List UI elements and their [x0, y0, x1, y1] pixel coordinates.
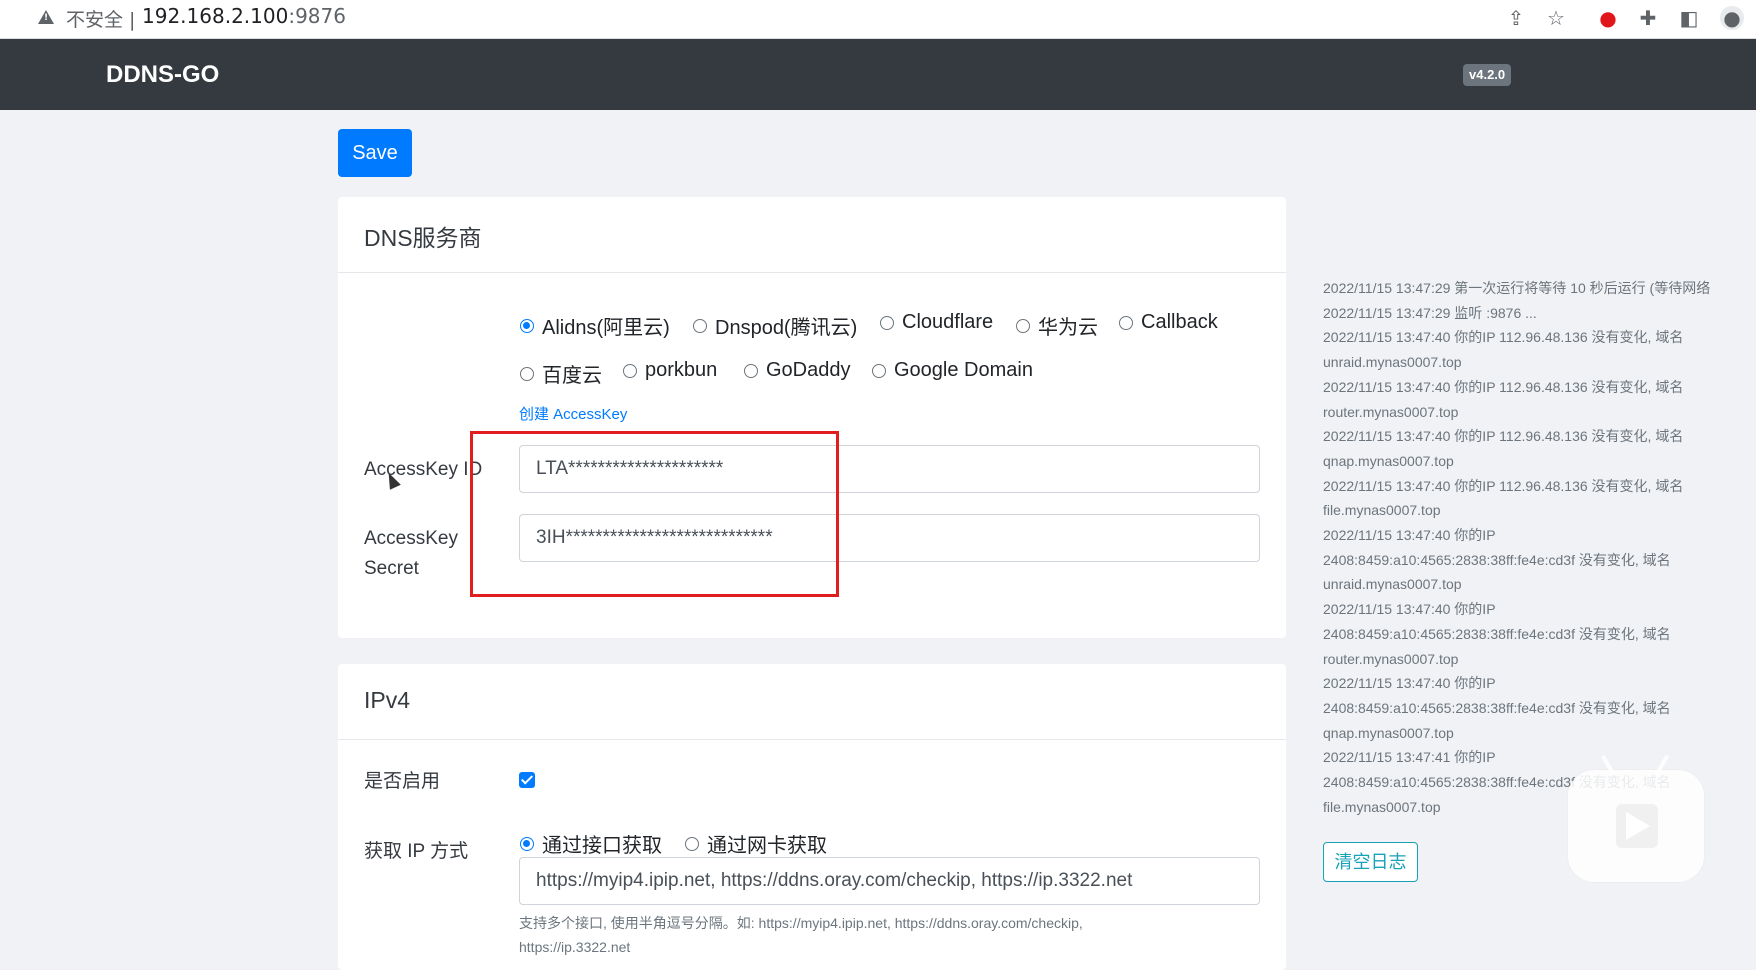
radio-indicator[interactable] [1119, 315, 1133, 330]
version-badge: v4.2.0 [1463, 64, 1512, 86]
radio-label: Dnspod(腾讯云) [715, 317, 858, 339]
card-title: IPv4 [364, 687, 411, 713]
share-icon[interactable]: ⇪ [1504, 6, 1528, 30]
accesskey-secret-label-line2: Secret [364, 558, 419, 579]
radio-callback[interactable]: Callback [1119, 311, 1218, 334]
log-line: qnap.mynas0007.top [1323, 452, 1454, 469]
radio-alidns[interactable]: Alidns(阿里云) [520, 311, 670, 340]
log-line: 2022/11/15 13:47:40 你的IP [1323, 527, 1496, 544]
url-field[interactable]: 192.168.2.100:9876 [142, 4, 346, 28]
log-line: router.mynas0007.top [1323, 650, 1459, 667]
radio-label: Callback [1141, 311, 1218, 333]
log-line: 2022/11/15 13:47:29 第一次运行将等待 10 秒后运行 (等待… [1323, 280, 1711, 296]
log-line: 2022/11/15 13:47:40 你的IP 112.96.48.136 没… [1323, 329, 1684, 346]
card-header: IPv4 [338, 664, 1286, 740]
accesskey-secret-label-line1: AccessKey [364, 528, 458, 549]
log-line: 2408:8459:a10:4565:2838:38ff:fe4e:cd3f 没… [1323, 551, 1671, 568]
warning-icon[interactable] [38, 10, 54, 24]
navbar: DDNS-GO v4.2.0 [0, 39, 1756, 110]
extensions-icon[interactable]: ✚ [1636, 6, 1660, 30]
url-host: 192.168.2.100 [142, 4, 289, 28]
save-button[interactable]: Save [338, 129, 412, 177]
log-line: file.mynas0007.top [1323, 502, 1441, 519]
card-title: DNS服务商 [364, 225, 482, 251]
accesskey-id-label: AccessKey ID [364, 459, 483, 480]
enable-label: 是否启用 [364, 771, 441, 792]
radio-indicator[interactable] [693, 318, 707, 333]
radio-label: Alidns(阿里云) [542, 317, 670, 339]
radio-dnspod[interactable]: Dnspod(腾讯云) [693, 311, 857, 340]
ipv4-card: IPv4 是否启用 获取 IP 方式 通过接口获取 通过网卡获取 https:/… [338, 664, 1286, 970]
log-line: unraid.mynas0007.top [1323, 576, 1462, 593]
radio-indicator[interactable] [1016, 318, 1030, 333]
radio-label: 通过接口获取 [542, 835, 662, 857]
log-line: 2022/11/15 13:47:41 你的IP [1323, 749, 1496, 766]
highlight-annotation-box [470, 431, 839, 597]
radio-via-nic[interactable]: 通过网卡获取 [685, 829, 827, 858]
radio-label: Cloudflare [902, 311, 994, 333]
browser-address-bar: 不安全 | 192.168.2.100:9876 ⇪ ☆ ● ✚ ◧ ● [0, 0, 1756, 39]
help-text-line2: https://ip.3322.net [519, 939, 631, 955]
radio-label: porkbun [645, 359, 718, 381]
star-icon[interactable]: ☆ [1544, 6, 1568, 30]
log-line: 2022/11/15 13:47:40 你的IP 112.96.48.136 没… [1323, 477, 1684, 494]
radio-label: 华为云 [1038, 317, 1098, 339]
opera-icon[interactable]: ● [1596, 6, 1620, 30]
log-line: 2022/11/15 13:47:40 你的IP 112.96.48.136 没… [1323, 428, 1684, 445]
log-line: 2408:8459:a10:4565:2838:38ff:fe4e:cd3f 没… [1323, 699, 1671, 716]
log-line: 2022/11/15 13:47:29 监听 :9876 ... [1323, 304, 1537, 321]
brand-logo[interactable]: DDNS-GO [106, 61, 219, 89]
sidepanel-icon[interactable]: ◧ [1677, 6, 1701, 30]
radio-indicator[interactable] [623, 363, 637, 378]
radio-label: GoDaddy [766, 359, 851, 381]
radio-google-domain[interactable]: Google Domain [872, 359, 1033, 382]
ip-method-label: 获取 IP 方式 [364, 841, 469, 862]
log-line: router.mynas0007.top [1323, 403, 1459, 420]
radio-via-api[interactable]: 通过接口获取 [520, 829, 662, 858]
radio-indicator[interactable] [520, 836, 534, 851]
radio-huaweicloud[interactable]: 华为云 [1016, 311, 1098, 340]
create-accesskey-link[interactable]: 创建 AccessKey [519, 403, 627, 424]
radio-indicator[interactable] [872, 363, 886, 378]
security-status[interactable]: 不安全 | [66, 5, 135, 32]
ip-api-url-input[interactable]: https://myip4.ipip.net, https://ddns.ora… [519, 857, 1260, 905]
radio-label: 通过网卡获取 [707, 835, 827, 857]
floating-video-widget[interactable] [1568, 754, 1704, 882]
radio-indicator[interactable] [744, 363, 758, 378]
clear-log-button[interactable]: 清空日志 [1323, 842, 1418, 882]
radio-indicator[interactable] [685, 836, 699, 851]
radio-cloudflare[interactable]: Cloudflare [880, 311, 993, 334]
play-icon[interactable] [1616, 804, 1658, 848]
radio-indicator[interactable] [520, 366, 534, 381]
log-line: unraid.mynas0007.top [1323, 354, 1462, 371]
security-label: 不安全 [66, 9, 124, 31]
radio-porkbun[interactable]: porkbun [623, 359, 717, 382]
log-line: 2022/11/15 13:47:40 你的IP [1323, 601, 1496, 618]
radio-indicator[interactable] [520, 318, 534, 333]
help-text-line1: 支持多个接口, 使用半角逗号分隔。如: https://myip4.ipip.n… [519, 915, 1083, 931]
log-line: qnap.mynas0007.top [1323, 724, 1454, 741]
radio-indicator[interactable] [880, 315, 894, 330]
radio-godaddy[interactable]: GoDaddy [744, 359, 851, 382]
log-line: 2022/11/15 13:47:40 你的IP 112.96.48.136 没… [1323, 378, 1684, 395]
log-line: 2022/11/15 13:47:40 你的IP [1323, 675, 1496, 692]
log-panel: 2022/11/15 13:47:29 第一次运行将等待 10 秒后运行 (等待… [1323, 276, 1756, 819]
url-port: :9876 [288, 4, 346, 28]
profile-icon[interactable]: ● [1720, 6, 1744, 30]
radio-label: Google Domain [894, 359, 1033, 381]
enable-checkbox[interactable] [519, 772, 535, 788]
card-header: DNS服务商 [338, 197, 1286, 273]
radio-baiducloud[interactable]: 百度云 [520, 359, 602, 388]
radio-label: 百度云 [542, 365, 602, 387]
log-line: 2408:8459:a10:4565:2838:38ff:fe4e:cd3f 没… [1323, 625, 1671, 642]
